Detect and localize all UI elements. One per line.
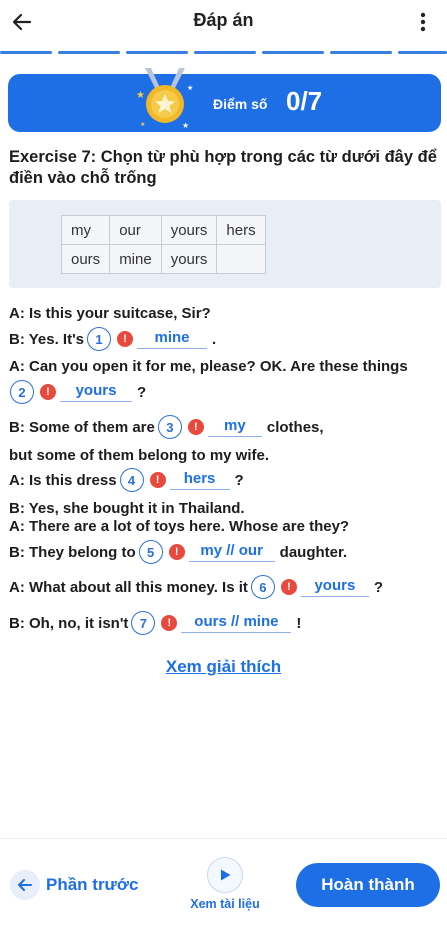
more-options-button[interactable]	[409, 8, 437, 36]
progress-segment	[398, 51, 447, 54]
progress-segment	[0, 51, 52, 54]
top-app-bar: Đáp án	[0, 0, 447, 44]
question-number-badge: 4	[119, 468, 144, 492]
blank-row-2: 2 ! yours ?	[7, 380, 146, 404]
score-value: 0/7	[286, 86, 323, 116]
dialogue-text: clothes,	[266, 418, 324, 436]
dialogue-text: ?	[234, 471, 244, 489]
arrow-left-icon	[10, 870, 40, 900]
question-progress-bar	[0, 51, 447, 55]
answer-blank[interactable]: yours	[60, 382, 132, 402]
dialogue-text: ?	[373, 578, 384, 596]
answer-blank[interactable]: mine	[137, 329, 207, 349]
blank-row-5: B: They belong to 5 ! my // our daughter…	[9, 540, 347, 564]
answer-blank[interactable]: my	[207, 417, 262, 437]
wrong-answer-icon: !	[149, 472, 166, 488]
question-number-badge: 6	[250, 575, 275, 599]
dialogue-text: B: Yes. It's	[9, 330, 84, 348]
svg-text:★: ★	[136, 90, 145, 101]
view-document-button[interactable]: Xem tài liệu	[185, 857, 265, 911]
blank-row-4: A: Is this dress 4 ! hers ?	[9, 468, 244, 492]
dialogue-line: A: Is this your suitcase, Sir?	[9, 305, 211, 322]
previous-section-label: Phần trước	[46, 875, 139, 894]
question-number-badge: 2	[10, 380, 34, 404]
dialogue-text: B: Some of them are	[9, 418, 155, 436]
dialogue-text: B: Oh, no, it isn't	[9, 614, 129, 632]
dialogue-line: B: Yes, she bought it in Thailand.	[9, 500, 245, 517]
dialogue-text: B: They belong to	[9, 543, 136, 561]
dialogue-text: .	[212, 330, 217, 348]
wrong-answer-icon: !	[161, 615, 178, 631]
dialogue-line: A: There are a lot of toys here. Whose a…	[9, 518, 350, 535]
wrong-answer-icon: !	[117, 331, 133, 347]
exercise-title: Exercise 7: Chọn từ phù hợp trong các từ…	[9, 148, 437, 187]
finish-button[interactable]: Hoàn thành	[296, 863, 440, 907]
dialogue-text: daughter.	[279, 543, 348, 561]
play-icon	[207, 857, 243, 893]
more-vertical-icon	[420, 12, 426, 32]
answer-blank[interactable]: yours	[300, 577, 369, 597]
answer-blank[interactable]: ours // mine	[181, 613, 292, 633]
svg-text:★: ★	[140, 121, 145, 128]
answer-blank[interactable]: hers	[169, 470, 230, 490]
score-card: ★ ★ ★ ★ Điểm số 0/7	[8, 68, 441, 132]
progress-segment	[262, 51, 324, 54]
question-number-badge: 1	[87, 327, 111, 351]
wrong-answer-icon: !	[187, 419, 204, 435]
word-bank-cell: yours	[160, 215, 218, 245]
question-number-badge: 7	[131, 611, 156, 635]
word-bank-cell: my	[60, 215, 111, 245]
blank-row-1: B: Yes. It's 1 ! mine .	[9, 327, 216, 351]
word-bank-cell: yours	[160, 244, 218, 274]
wrong-answer-icon: !	[280, 579, 297, 595]
medal-star-icon: ★ ★ ★ ★	[136, 68, 193, 130]
word-bank-row: ours mine yours	[60, 244, 266, 274]
page-title: Đáp án	[193, 10, 254, 30]
svg-text:★: ★	[182, 121, 189, 130]
word-bank-cell: our	[109, 215, 162, 245]
word-bank-cell	[216, 244, 266, 274]
svg-text:★: ★	[187, 84, 193, 92]
wrong-answer-icon: !	[40, 384, 56, 400]
question-number-badge: 3	[157, 415, 182, 439]
word-bank-cell: mine	[109, 244, 162, 274]
dialogue-text: A: Is this dress	[9, 471, 117, 489]
answer-blank[interactable]: my // our	[188, 542, 275, 562]
footer-divider	[0, 838, 447, 839]
progress-segment	[330, 51, 392, 54]
score-label: Điểm số	[213, 96, 268, 112]
dialogue-text: !	[296, 614, 302, 632]
progress-segment	[194, 51, 256, 54]
word-bank-table: my our yours hers ours mine yours	[60, 215, 266, 274]
dialogue-line: but some of them belong to my wife.	[9, 447, 270, 464]
word-bank-cell: ours	[60, 244, 111, 274]
view-explanation-link[interactable]: Xem giải thích	[0, 657, 447, 677]
blank-row-3: B: Some of them are 3 ! my clothes,	[9, 415, 324, 439]
blank-row-7: B: Oh, no, it isn't 7 ! ours // mine !	[9, 611, 301, 635]
dialogue-text: A: What about all this money. Is it	[9, 578, 248, 596]
progress-segment	[58, 51, 120, 54]
dialogue-text: ?	[137, 383, 147, 401]
previous-section-button[interactable]: Phần trước	[10, 870, 138, 900]
wrong-answer-icon: !	[168, 544, 185, 560]
progress-segment	[126, 51, 188, 54]
blank-row-6: A: What about all this money. Is it 6 ! …	[9, 575, 383, 599]
question-number-badge: 5	[138, 540, 163, 564]
word-bank-cell: hers	[216, 215, 266, 245]
dialogue-line: A: Can you open it for me, please? OK. A…	[9, 358, 408, 375]
view-document-label: Xem tài liệu	[190, 897, 260, 911]
word-bank-row: my our yours hers	[60, 215, 266, 245]
